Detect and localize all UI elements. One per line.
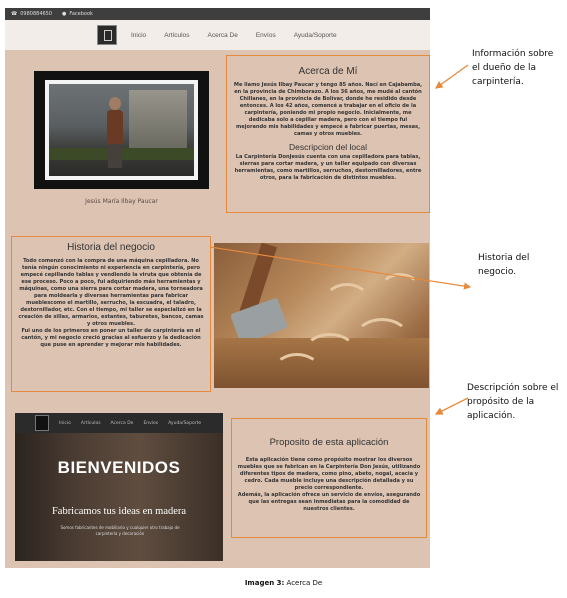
owner-photo [45,80,198,180]
owner-photo-caption: Jesús María Ilbay Paucar [85,198,158,205]
figure-caption-label: Imagen 3: [244,579,285,587]
facebook-label: Facebook [69,11,93,17]
nav-articulos[interactable]: Artículos [164,32,189,39]
hero-nav-ayuda[interactable]: Ayuda/Soporte [168,421,201,426]
nav-ayuda-soporte[interactable]: Ayuda/Soporte [294,32,337,39]
annotation-business-history: Historia del negocio. [478,253,530,277]
hero-nav-envios[interactable]: Envíos [143,421,158,426]
facebook-icon: ● [62,11,67,17]
owner-photo-frame [34,71,209,189]
hero-navbar: Inicio Artículos Acerca De Envíos Ayuda/… [15,413,223,433]
hero-nav-acerca[interactable]: Acerca De [111,421,134,426]
hero-background [15,433,223,561]
historia-title: Historia del negocio [67,242,155,253]
historia-section: Historia del negocio Todo comenzó con la… [11,236,211,392]
hero-nav-inicio[interactable]: Inicio [59,421,71,426]
top-contact-bar: ☎ 0980884650 ● Facebook [5,8,430,20]
historia-text: Todo comenzó con la compra de una máquin… [18,258,204,327]
local-title: Descripcion del local [289,142,367,152]
hero-description: Somos fabricantes de mobiliario y cualqu… [60,525,180,536]
figure-caption: Imagen 3: Acerca De [0,579,567,587]
historia-text-2: Fui uno de los primeros en poner un tall… [21,328,201,348]
main-navbar: Inicio Artículos Acerca De Envíos Ayuda/… [5,20,430,50]
acerca-text: Me llamo Jesús Ilbay Paucar y tengo 85 a… [233,82,423,137]
hero-nav-articulos[interactable]: Artículos [81,421,101,426]
annotation-app-purpose: Descripción sobre el propósito de la apl… [467,383,559,421]
facebook-contact[interactable]: ● Facebook [62,11,93,17]
phone-icon: ☎ [11,11,18,17]
local-text: La Carpintería DonJesús cuenta con una c… [234,154,422,181]
screenshot-page: ☎ 0980884650 ● Facebook Inicio Artículos A… [5,8,430,568]
hero-title: BIENVENIDOS [57,458,181,477]
site-logo[interactable] [97,25,117,45]
proposito-text-2: Además, la aplicación ofrece un servicio… [237,492,421,512]
acerca-title: Acerca de Mí [298,66,358,77]
acerca-section: Acerca de Mí Me llamo Jesús Ilbay Paucar… [226,55,430,213]
nav-inicio[interactable]: Inicio [131,32,146,39]
annotation-owner-info: Información sobre el dueño de la carpint… [472,49,554,87]
figure-caption-title: Acerca De [286,579,323,587]
home-hero-preview: Inicio Artículos Acerca De Envíos Ayuda/… [15,413,223,561]
phone-number: 0980884650 [20,11,53,17]
phone-contact[interactable]: ☎ 0980884650 [11,11,52,17]
hero-subtitle: Fabricamos tus ideas en madera [51,506,187,517]
proposito-title: Proposito de esta aplicación [269,437,389,448]
hero-logo[interactable] [35,415,49,431]
proposito-text: Esta aplicación tiene como propósito mos… [237,457,421,491]
carpentry-tools-image [214,243,429,388]
nav-acerca-de[interactable]: Acerca De [207,32,237,39]
nav-envios[interactable]: Envíos [256,32,276,39]
proposito-section: Proposito de esta aplicación Esta aplica… [231,418,427,538]
